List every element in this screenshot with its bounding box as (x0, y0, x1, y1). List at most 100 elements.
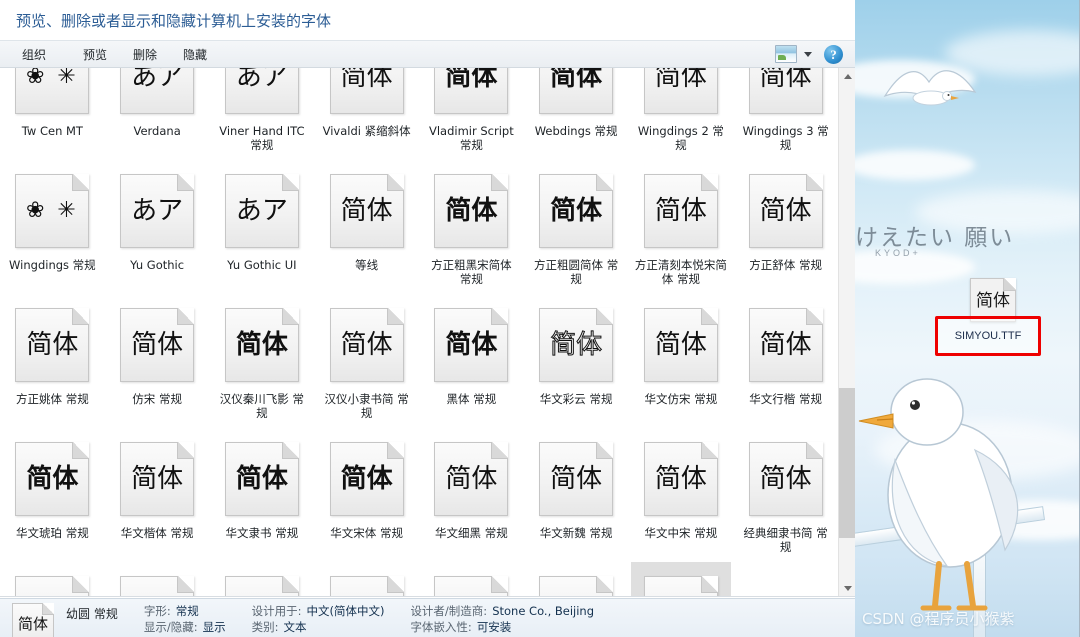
font-tile-image: あア (212, 160, 313, 256)
font-tile[interactable]: 简体 华文隶书 常规 (210, 428, 315, 562)
font-tile[interactable]: 简体楷体 常规 (0, 562, 105, 596)
font-tile-label-wrap: Webdings 常规 (526, 122, 627, 152)
font-sample-glyph: 简体 (550, 68, 603, 92)
font-tile[interactable]: 简体 等线 (314, 160, 419, 294)
font-tile[interactable]: 简体 方正姚体 常规 (0, 294, 105, 428)
font-tile-label: Vivaldi 紧缩斜体 (322, 124, 411, 138)
font-tile-label-wrap: Vladimir Script 常规 (421, 122, 522, 160)
preview-button[interactable]: 预览 (71, 42, 119, 67)
details-value: 中文(简体中文) (306, 604, 385, 618)
font-file-icon: 简体 (639, 308, 718, 384)
details-key: 字形: (143, 604, 171, 618)
font-tile[interactable]: 简体 华文中宋 常规 (629, 428, 734, 562)
details-pane: 简体 幼圆 常规 字形: 常规 显示/隐藏: 显示 设计用于: 中文(简体中文) 类别: 文本… (0, 598, 855, 637)
font-tile[interactable]: あア Verdana (105, 68, 210, 160)
font-tile[interactable]: 简体 华文细黑 常规 (419, 428, 524, 562)
font-sample-glyph: 简体 (550, 196, 603, 226)
font-tile-label-wrap: 华文仿宋 常规 (631, 390, 732, 420)
font-tile[interactable]: 简体方正粗圆简体 常规 (524, 160, 629, 294)
font-tile[interactable]: 简体 华文楷体 常规 (105, 428, 210, 562)
selected-font-glyph: 简体 (17, 614, 48, 633)
font-tile-label-wrap: 方正粗圆简体 常规 (526, 256, 627, 294)
details-column: 设计用于: 中文(简体中文) 类别: 文本 (252, 603, 385, 635)
font-file-icon: 简体 (744, 308, 823, 384)
font-tile[interactable]: 简体 黑体 常规 (419, 294, 524, 428)
font-tile[interactable]: 简体 方正舒体 常规 (733, 160, 838, 294)
chevron-down-icon[interactable] (804, 51, 812, 57)
font-grid-row: ❀ ✳ Tw Cen MT あア Verdana あア Viner Hand ITC 常规… (0, 68, 838, 160)
font-tile[interactable]: 简体 华文彩云 常规 (524, 294, 629, 428)
font-tile[interactable]: 简体隶书 常规 (105, 562, 210, 596)
font-tile[interactable]: 简体 华文行楷 常规 (733, 294, 838, 428)
font-tile[interactable]: 简体 仿宋 常规 (105, 294, 210, 428)
font-tile-label-wrap: Wingdings 3 常规 (735, 122, 836, 160)
font-tile[interactable]: 简体 Vivaldi 紧缩斜体 (314, 68, 419, 160)
font-tile[interactable]: 简体 Vladimir Script 常规 (419, 68, 524, 160)
font-tile-image: あア (107, 68, 208, 122)
font-tile[interactable]: 简体 华文宋体 常规 (314, 428, 419, 562)
font-tile-label: Verdana (133, 124, 181, 138)
delete-button[interactable]: 删除 (121, 42, 169, 67)
font-tile[interactable]: あア Viner Hand ITC 常规 (210, 68, 315, 160)
organize-button[interactable]: 组织 (10, 42, 69, 67)
details-value: 可安装 (476, 620, 512, 634)
font-sample-glyph: 简体 (759, 464, 812, 494)
font-tile[interactable]: 简体 经典细隶书简 常规 (733, 428, 838, 562)
help-icon[interactable]: ? (824, 44, 843, 64)
hide-button[interactable]: 隐藏 (171, 42, 219, 67)
font-sample-glyph: 简体 (759, 330, 812, 360)
font-tile[interactable]: ❀ ✳ Tw Cen MT (0, 68, 105, 160)
font-tile[interactable]: 简体宋体 常规 (314, 562, 419, 596)
font-tile-label: 方正清刻本悦宋简体 常规 (634, 258, 727, 286)
font-sample-glyph: 简体 (445, 68, 498, 92)
font-tile[interactable]: あア Yu Gothic (105, 160, 210, 294)
font-tile-image: 简体 (316, 160, 417, 256)
font-tile-label-wrap: Wingdings 2 常规 (631, 122, 732, 160)
font-control-panel-window: 预览、删除或者显示和隐藏计算机上安装的字体 组织 预览 删除 隐藏 ? ❀ ✳ T… (0, 0, 855, 637)
font-tile-image: 简体 (735, 68, 836, 122)
font-tile[interactable]: 简体微软雅黑 (419, 562, 524, 596)
vertical-scrollbar[interactable] (838, 68, 855, 596)
font-tile[interactable]: 简体 华文琥珀 常规 (0, 428, 105, 562)
font-tile[interactable]: 简体 方正粗黑宋简体 常规 (419, 160, 524, 294)
font-file-icon: 简体 (430, 68, 509, 116)
font-file-icon: 简体 (11, 576, 90, 596)
details-row: 设计者/制造商: Stone Co., Beijing (410, 603, 594, 619)
font-tile[interactable]: 简体 汉仪秦川飞影 常规 (210, 294, 315, 428)
font-grid-empty-cell (733, 562, 838, 596)
details-column: 字形: 常规 显示/隐藏: 显示 (144, 603, 226, 635)
font-tile[interactable]: 简体 汉仪小隶书简 常规 (314, 294, 419, 428)
font-tile[interactable]: 简体 方正清刻本悦宋简体 常规 (629, 160, 734, 294)
details-columns: 字形: 常规 显示/隐藏: 显示 设计用于: 中文(简体中文) 类别: 文本 设计者/制造商: S… (118, 603, 594, 635)
font-tile-label-wrap: 汉仪秦川飞影 常规 (212, 390, 313, 428)
seagull-flying-icon (883, 70, 977, 106)
font-tile[interactable]: 简体苹方 (210, 562, 315, 596)
font-tile-image: 简体 (630, 562, 732, 596)
font-tile[interactable]: 简体 Wingdings 2 常规 (629, 68, 734, 160)
font-sample-glyph: 简体 (26, 330, 79, 360)
scroll-down-button[interactable] (839, 580, 855, 596)
font-sample-glyph: ❀ ✳ (25, 198, 79, 223)
font-sample-glyph: あア (131, 68, 184, 92)
font-file-icon: あア (220, 174, 299, 250)
font-tile[interactable]: 简体 Webdings 常规 (524, 68, 629, 160)
font-tile-label: 华文楷体 常规 (120, 526, 194, 540)
font-tile[interactable]: 简体新宋体 常规 (524, 562, 629, 596)
scroll-up-button[interactable] (839, 68, 855, 85)
font-tile[interactable]: 简体 Wingdings 3 常规 (733, 68, 838, 160)
font-tile[interactable]: 简体 华文仿宋 常规 (629, 294, 734, 428)
font-tile-image: 简体 (631, 294, 732, 390)
scrollbar-thumb[interactable] (839, 388, 855, 538)
font-tile[interactable]: 简体 华文新魏 常规 (524, 428, 629, 562)
font-file-icon: 简体 (116, 576, 195, 596)
font-tile-label-wrap: 汉仪小隶书简 常规 (316, 390, 417, 428)
font-tile[interactable]: ❀ ✳ Wingdings 常规 (0, 160, 105, 294)
toolbar: 组织 预览 删除 隐藏 ? (0, 40, 855, 68)
font-tile[interactable]: あア Yu Gothic UI (210, 160, 315, 294)
font-tile-label: 华文仿宋 常规 (644, 392, 718, 406)
font-sample-glyph: 简体 (550, 330, 603, 360)
font-tile-label: 黑体 常规 (446, 392, 497, 406)
font-tile[interactable]: 简体幼圆 常规 (629, 562, 734, 596)
font-grid-row: ❀ ✳ Wingdings 常规 あア Yu Gothic あア Yu Gothic UI… (0, 160, 838, 294)
view-layout-icon[interactable] (775, 45, 797, 63)
